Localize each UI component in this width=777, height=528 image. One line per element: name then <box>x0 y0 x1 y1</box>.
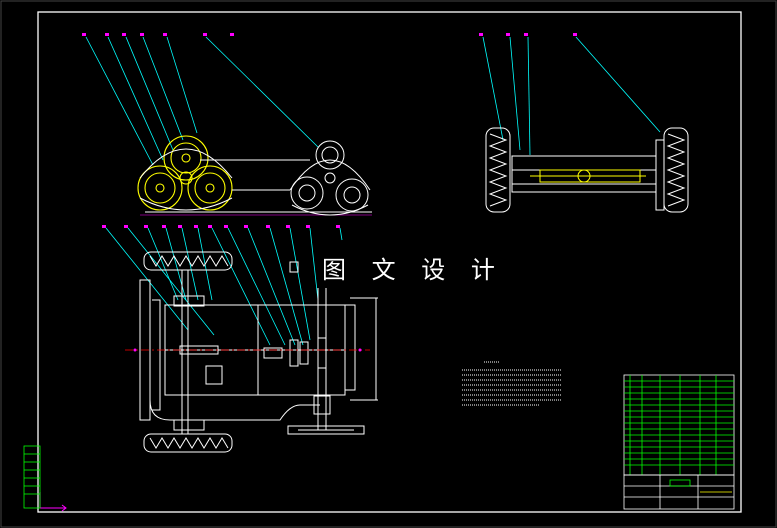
ucs-axis-icon <box>39 492 67 512</box>
side-view <box>479 33 689 213</box>
parts-table <box>623 374 735 476</box>
technical-notes <box>462 361 562 406</box>
top-sprocket-view <box>82 33 372 216</box>
watermark-text: 图 文 设 计 <box>322 256 504 284</box>
title-block <box>623 474 735 510</box>
